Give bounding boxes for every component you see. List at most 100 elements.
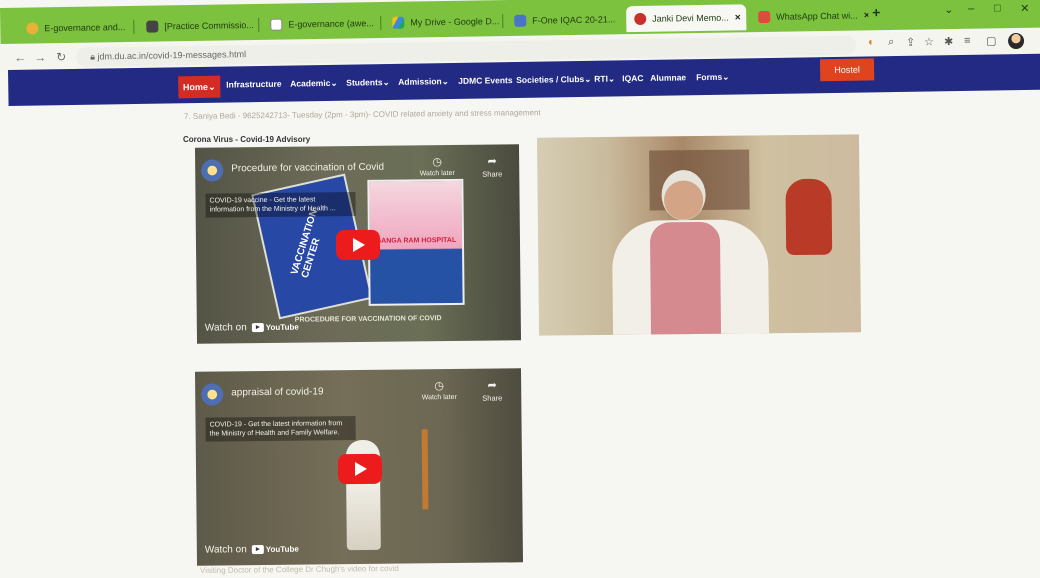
nav-societies-clubs[interactable]: Societies / Clubs⌄: [516, 74, 591, 86]
close-icon[interactable]: ×: [864, 10, 869, 21]
close-window-icon[interactable]: ✕: [1020, 2, 1029, 15]
watch-on-label: Watch on: [204, 544, 247, 556]
minimize-icon[interactable]: –: [968, 3, 974, 15]
nav-home[interactable]: Home⌄: [178, 75, 221, 99]
youtube-video-vaccination[interactable]: VACCINATION CENTER GANGA RAM HOSPITAL Pr…: [194, 144, 522, 344]
nav-rti-label: RTI: [594, 73, 608, 84]
nav-students-label: Students: [346, 77, 383, 88]
nav-academic[interactable]: Academic⌄: [290, 78, 337, 90]
info-panel[interactable]: COVID-19 vaccine - Get the latest inform…: [205, 192, 356, 218]
extension-icon[interactable]: ◐: [868, 36, 875, 48]
tab-label: E-governance (awe...: [288, 18, 374, 30]
section-title: Corona Virus - Covid-19 Advisory: [183, 135, 311, 144]
video-banner-text: PROCEDURE FOR VACCINATION OF COVID: [294, 315, 442, 324]
nav-alumnae[interactable]: Alumnae: [650, 72, 686, 83]
screenshot: E-governance and... × [Practice Commissi…: [0, 0, 1040, 578]
speaker-head: [661, 169, 706, 221]
maximize-icon[interactable]: □: [994, 2, 1001, 14]
chevron-down-icon[interactable]: ⌄: [944, 3, 953, 16]
nav-forms[interactable]: Forms⌄: [696, 72, 729, 84]
video-doctor-talk[interactable]: [536, 134, 862, 336]
share-page-icon[interactable]: ⇪: [906, 36, 915, 49]
nav-iqac[interactable]: IQAC: [622, 73, 643, 83]
reload-icon[interactable]: ↻: [56, 50, 66, 64]
browser-tab-5[interactable]: F-One IQAC 20-21... ×: [506, 6, 620, 34]
sheet-icon: [514, 14, 527, 27]
bookmark-star-icon[interactable]: ☆: [924, 35, 934, 48]
nav-admission[interactable]: Admission⌄: [398, 76, 449, 88]
nav-home-label: Home: [182, 81, 209, 93]
doc-icon: [270, 18, 283, 31]
share-icon: ➦: [487, 379, 497, 392]
hospital-poster: GANGA RAM HOSPITAL: [367, 178, 465, 306]
share-button[interactable]: ➦ Share: [477, 154, 507, 179]
info-panel[interactable]: COVID-19 - Get the latest information fr…: [205, 416, 356, 442]
video-title[interactable]: Procedure for vaccination of Covid: [231, 162, 384, 175]
nav-forms-label: Forms: [696, 71, 723, 83]
tab-label: F-One IQAC 20-21...: [532, 14, 616, 26]
youtube-video-appraisal[interactable]: appraisal of covid-19 COVID-19 - Get the…: [194, 368, 524, 566]
tab-label: WhatsApp Chat wi...: [776, 10, 858, 22]
share-label: Share: [482, 393, 503, 403]
nav-infrastructure[interactable]: Infrastructure: [226, 79, 281, 90]
nav-societies-label: Societies / Clubs: [516, 73, 585, 86]
watch-later-label: Watch later: [421, 393, 457, 402]
reading-list-icon[interactable]: ≡: [964, 35, 971, 47]
browser-tab-6-active[interactable]: Janki Devi Memo... ×: [626, 4, 747, 33]
share-label: Share: [482, 169, 503, 179]
college-logo-icon: [634, 12, 647, 26]
speaker-scarf: [649, 221, 722, 335]
watch-later-label: Watch later: [419, 169, 455, 178]
nav-academic-label: Academic: [290, 77, 331, 89]
youtube-logo: YouTube: [251, 544, 299, 555]
extensions-puzzle-icon[interactable]: ✱: [944, 35, 953, 48]
watch-on-youtube[interactable]: Watch on YouTube: [204, 544, 299, 556]
tab-label: Janki Devi Memo...: [652, 12, 729, 24]
share-icon: ➦: [487, 155, 497, 168]
page-icon: [146, 20, 159, 33]
browser-tab-7[interactable]: WhatsApp Chat wi... ×: [750, 2, 868, 30]
forward-icon[interactable]: →: [34, 50, 46, 64]
share-button[interactable]: ➦ Share: [477, 378, 507, 403]
speaker: [611, 169, 770, 335]
nav-jdmc-events[interactable]: JDMC Events: [458, 75, 512, 86]
channel-logo[interactable]: [201, 159, 224, 182]
counsellor-info-line: 7. Saniya Bedi - 9625242713- Tuesday (2p…: [183, 108, 541, 121]
tab-label: E-governance and...: [44, 22, 126, 34]
new-tab-icon[interactable]: +: [872, 4, 880, 20]
watch-later-button[interactable]: ◷ Watch later: [419, 379, 459, 401]
zoom-icon[interactable]: ⌕: [888, 36, 894, 49]
watch-on-youtube[interactable]: Watch on YouTube: [204, 322, 299, 334]
url-text: jdm.du.ac.in/covid-19-messages.html: [97, 49, 247, 62]
channel-logo[interactable]: [201, 383, 224, 406]
video-thumbnail-detail: [421, 429, 429, 510]
side-panel-icon[interactable]: ▢: [986, 34, 997, 47]
watch-later-button[interactable]: ◷ Watch later: [417, 155, 457, 177]
nav-admission-label: Admission: [398, 76, 442, 87]
youtube-wordmark: YouTube: [265, 544, 299, 554]
back-icon[interactable]: ←: [14, 51, 26, 65]
youtube-icon: [251, 545, 264, 555]
poster-right-text: GANGA RAM HOSPITAL: [375, 236, 457, 245]
youtube-icon: [251, 322, 264, 333]
nav-rti[interactable]: RTI⌄: [594, 73, 615, 84]
browser-tab-4[interactable]: My Drive - Google D... ×: [384, 8, 500, 36]
browser-tab-3[interactable]: E-governance (awe... ×: [262, 10, 378, 38]
whatsapp-icon: [758, 10, 771, 24]
video-caption: Visiting Doctor of the College Dr Chugh'…: [199, 563, 399, 576]
profile-avatar[interactable]: [1007, 32, 1025, 50]
nav-students[interactable]: Students⌄: [346, 77, 390, 89]
hostel-button[interactable]: Hostel: [819, 58, 875, 82]
watch-on-label: Watch on: [204, 322, 247, 334]
background-statue: [785, 178, 833, 256]
browser-tab-2[interactable]: [Practice Commissio... ×: [138, 12, 256, 40]
play-button[interactable]: [335, 229, 381, 261]
youtube-logo: YouTube: [251, 322, 299, 333]
play-button[interactable]: [337, 453, 383, 485]
browser-tab-1[interactable]: E-governance and... ×: [18, 14, 130, 42]
google-drive-icon: [392, 16, 405, 29]
close-icon[interactable]: ×: [735, 12, 741, 23]
video-title[interactable]: appraisal of covid-19: [231, 386, 323, 398]
tab-label: [Practice Commissio...: [164, 20, 254, 32]
tab-separator: [258, 17, 260, 32]
